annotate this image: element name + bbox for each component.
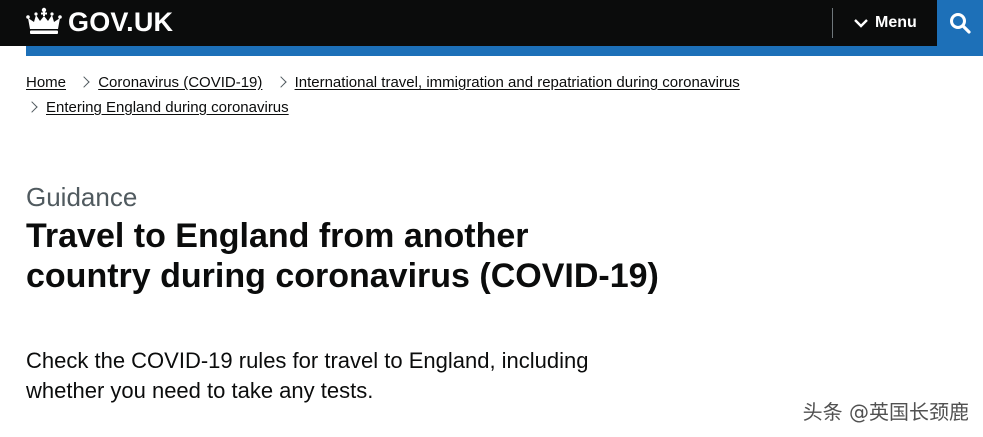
logo-text: GOV.UK [68,6,174,37]
site-header: GOV.UK Menu [0,0,983,46]
breadcrumb-item-entering-england: Entering England during coronavirus [26,95,289,120]
lead-line-1: Check the COVID-19 rules for travel to E… [26,348,589,373]
breadcrumb-link-international-travel[interactable]: International travel, immigration and re… [295,74,740,91]
crown-icon [26,7,62,34]
page-caption: Guidance [26,182,138,212]
search-icon [950,13,971,34]
govuk-logo-link[interactable]: GOV.UK [26,5,173,39]
chevron-down-icon [854,19,868,28]
breadcrumb-item-international-travel: International travel, immigration and re… [267,70,740,95]
breadcrumb-link-home[interactable]: Home [26,74,66,91]
chevron-right-icon [274,76,287,88]
page-title-line-2: country during coronavirus (COVID-19) [26,257,659,295]
chevron-right-icon [26,101,38,113]
header-blue-bar [26,46,983,56]
breadcrumb-link-entering-england[interactable]: Entering England during coronavirus [46,99,289,116]
page-title: Travel to England from another country d… [26,216,726,296]
lead-line-2: whether you need to take any tests. [26,378,374,403]
search-button[interactable] [937,0,983,46]
breadcrumb-link-coronavirus[interactable]: Coronavirus (COVID-19) [98,74,262,91]
header-divider [832,8,833,38]
breadcrumb-item-home: Home [26,70,66,95]
page-title-line-1: Travel to England from another [26,217,529,255]
menu-label: Menu [875,14,917,31]
lead-paragraph: Check the COVID-19 rules for travel to E… [26,346,666,406]
breadcrumb: Home Coronavirus (COVID-19) Internationa… [26,70,846,120]
chevron-right-icon [78,76,90,88]
breadcrumb-item-coronavirus: Coronavirus (COVID-19) [70,70,262,95]
menu-button[interactable]: Menu [845,0,935,46]
watermark-text: 头条 @英国长颈鹿 [802,400,969,424]
